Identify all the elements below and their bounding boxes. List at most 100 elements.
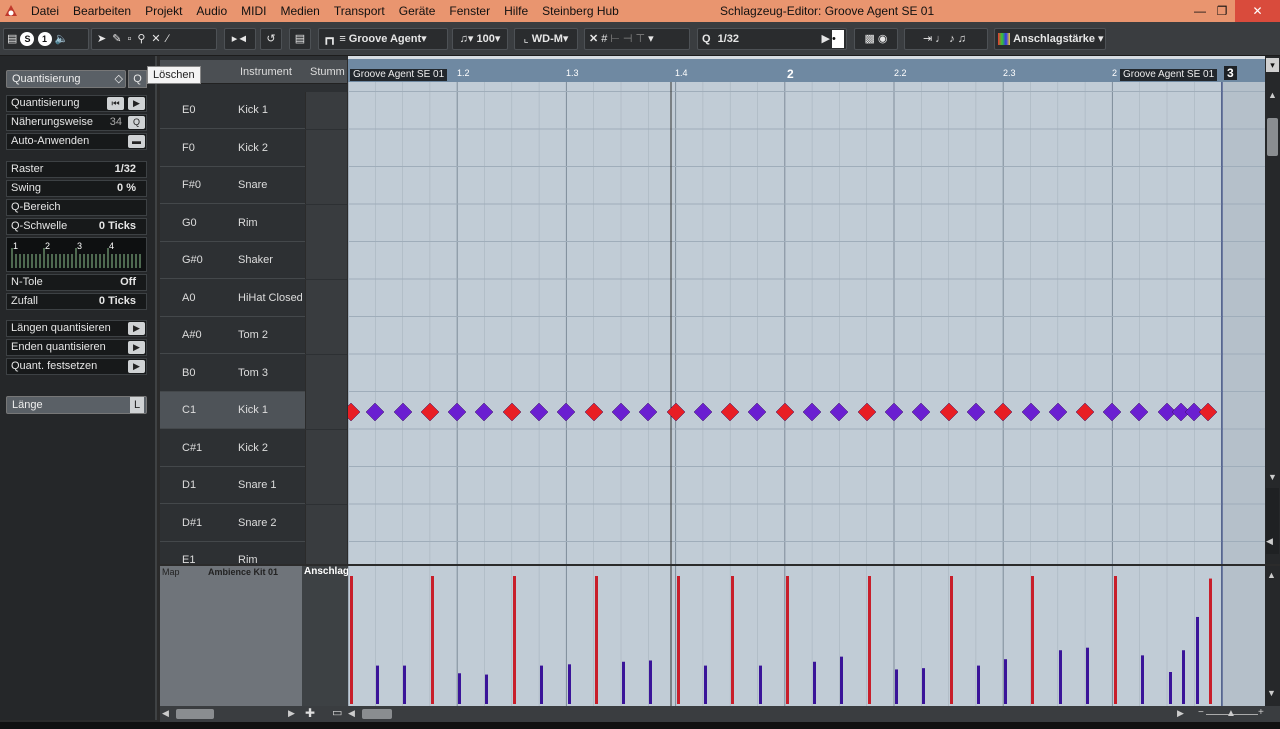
state-buttons[interactable]: ▤ S 1 🔈: [3, 28, 89, 50]
drum-row[interactable]: G#0 Shaker: [160, 242, 347, 279]
drum-row[interactable]: D1 Snare 1: [160, 467, 347, 504]
length-icon[interactable]: L: [130, 397, 144, 413]
mute-cell[interactable]: [305, 129, 347, 167]
solo-icon[interactable]: S: [20, 32, 35, 46]
preset-icon[interactable]: ⏮: [107, 97, 124, 110]
apply-quantize-icon[interactable]: ▶: [822, 29, 830, 49]
velocity-lane[interactable]: [348, 566, 1265, 706]
lane-presets-icon[interactable]: ▭: [332, 706, 346, 720]
line-tool-icon[interactable]: ∕: [167, 33, 175, 45]
approx-row[interactable]: Näherungsweise 34 Q: [6, 114, 147, 131]
menu-transport[interactable]: Transport: [327, 0, 392, 22]
q-threshold-row[interactable]: Q-Schwelle 0 Ticks: [6, 218, 147, 235]
cubase-logo-icon[interactable]: [3, 3, 19, 19]
mute-cell[interactable]: [305, 242, 347, 279]
scroll-down-icon[interactable]: ▼: [1267, 472, 1278, 484]
zoom-in-icon[interactable]: +: [1258, 707, 1264, 718]
menu-datei[interactable]: Datei: [24, 0, 66, 22]
snap-icon[interactable]: ✕: [589, 33, 601, 45]
autoscroll-button[interactable]: ▸◄: [224, 28, 256, 50]
velocity-lane-selector[interactable]: Anschlagstärke ▾: [994, 28, 1106, 50]
palette-icon[interactable]: ◉: [878, 33, 888, 45]
chart-icon[interactable]: ▩: [864, 33, 874, 45]
quantize-grid-display[interactable]: 1 2 3 4: [6, 237, 147, 272]
scroll-left-icon[interactable]: ◀: [348, 708, 360, 720]
menu-hilfe[interactable]: Hilfe: [497, 0, 535, 22]
mute-cell[interactable]: [305, 392, 347, 429]
drum-row[interactable]: E1 Rim: [160, 542, 347, 564]
drum-row[interactable]: C#1 Kick 2: [160, 429, 347, 467]
quantize-selector[interactable]: Q 1/32 ▶ •: [697, 28, 847, 50]
ruler[interactable]: Groove Agent SE 01 1.2 1.3 1.4 2 2.2 2.3…: [348, 56, 1265, 82]
mute-cell[interactable]: [305, 504, 347, 542]
scroll-right-icon[interactable]: ▶: [1177, 708, 1189, 720]
metronome-icon[interactable]: ▤: [289, 28, 311, 50]
mute-cell[interactable]: [305, 354, 347, 392]
menu-steinberg-hub[interactable]: Steinberg Hub: [535, 0, 626, 22]
zoom-out-icon[interactable]: −: [1198, 707, 1204, 718]
note-grid[interactable]: [348, 82, 1265, 564]
swing-row[interactable]: Swing 0 %: [6, 180, 147, 197]
length-selector[interactable]: ⌞ WD-M▾: [514, 28, 578, 50]
zoom-tool-icon[interactable]: ⚲: [137, 33, 151, 45]
velocity-field[interactable]: ♫▾ 100▾: [452, 28, 508, 50]
drum-row[interactable]: A0 HiHat Closed: [160, 279, 347, 317]
toggle-icon[interactable]: ▬: [128, 135, 145, 148]
record-icon[interactable]: ♫: [958, 33, 969, 45]
grid-icon[interactable]: #: [601, 33, 610, 45]
drum-row[interactable]: B0 Tom 3: [160, 354, 347, 392]
quantize-reset-icon[interactable]: Q: [128, 70, 147, 88]
q-icon[interactable]: Q: [128, 116, 145, 129]
vertical-scrollbar[interactable]: ▾ ▲ ▼ ◀: [1265, 56, 1280, 564]
diamond-icon[interactable]: ◇: [115, 71, 123, 87]
drum-row[interactable]: D#1 Snare 2: [160, 504, 347, 542]
velocity-lane-label[interactable]: Anschlags: [302, 566, 355, 706]
zoom-thumb-icon[interactable]: ◀: [1266, 536, 1279, 546]
eraser-tool-icon[interactable]: ▫: [127, 33, 137, 45]
drum-row[interactable]: A#0 Tom 2: [160, 317, 347, 354]
note-in-icon[interactable]: ♩: [935, 33, 949, 45]
raster-row[interactable]: Raster 1/32: [6, 161, 147, 178]
q-range-row[interactable]: Q-Bereich: [6, 199, 147, 216]
step-icon[interactable]: ⊢⊣: [610, 33, 635, 45]
arrow-icon[interactable]: ⇥: [923, 33, 935, 45]
drum-row[interactable]: E0 Kick 1: [160, 92, 347, 129]
mute-cell[interactable]: [305, 542, 347, 564]
play-icon[interactable]: ▶: [128, 341, 145, 354]
mute-tool-icon[interactable]: ✕: [151, 33, 166, 45]
auto-apply-row[interactable]: Auto-Anwenden ▬: [6, 133, 147, 150]
drum-row[interactable]: F#0 Snare: [160, 167, 347, 204]
add-lane-icon[interactable]: ✚: [305, 706, 319, 720]
pointer-tool-icon[interactable]: ➤: [97, 33, 112, 45]
drumstick-tool-icon[interactable]: ✎: [112, 33, 127, 45]
menu-midi[interactable]: MIDI: [234, 0, 273, 22]
random-row[interactable]: Zufall 0 Ticks: [6, 293, 147, 310]
map-row[interactable]: Map Ambience Kit 01: [160, 566, 302, 579]
menu-projekt[interactable]: Projekt: [138, 0, 189, 22]
play-icon[interactable]: ▶: [128, 360, 145, 373]
mute-cell[interactable]: [305, 467, 347, 504]
mute-cell[interactable]: [305, 279, 347, 317]
horizontal-zoom-slider[interactable]: − ▲ +: [1196, 707, 1266, 721]
quantize-row[interactable]: Quantisierung ⏮ ▶: [6, 95, 147, 112]
instrument-selector[interactable]: ┏┓ ≡ Groove Agent▾: [318, 28, 448, 50]
lane-scrollbar[interactable]: ▲ ▼: [1265, 566, 1280, 706]
list-scroll-thumb[interactable]: [176, 709, 214, 719]
scroll-menu-icon[interactable]: ▾: [1266, 58, 1279, 72]
close-button[interactable]: ✕: [1235, 0, 1280, 22]
tuplet-row[interactable]: N-Tole Off: [6, 274, 147, 291]
menu-geraete[interactable]: Geräte: [392, 0, 443, 22]
scroll-left-icon[interactable]: ◀: [162, 708, 174, 720]
menu-bearbeiten[interactable]: Bearbeiten: [66, 0, 138, 22]
quantize-menu-icon[interactable]: •: [832, 30, 844, 48]
color-tools[interactable]: ▩ ◉: [854, 28, 898, 50]
zoom-slider[interactable]: ◀: [1266, 488, 1279, 554]
quantize-section-header[interactable]: Quantisierung ◇: [6, 70, 126, 88]
mute-cell[interactable]: [305, 204, 347, 242]
mute-cell[interactable]: [305, 317, 347, 354]
drum-row[interactable]: F0 Kick 2: [160, 129, 347, 167]
scroll-right-icon[interactable]: ▶: [288, 708, 300, 720]
menu-audio[interactable]: Audio: [189, 0, 234, 22]
insert-icon[interactable]: ⊤: [636, 33, 649, 45]
quantize-lengths-row[interactable]: Längen quantisieren ▶: [6, 320, 147, 337]
